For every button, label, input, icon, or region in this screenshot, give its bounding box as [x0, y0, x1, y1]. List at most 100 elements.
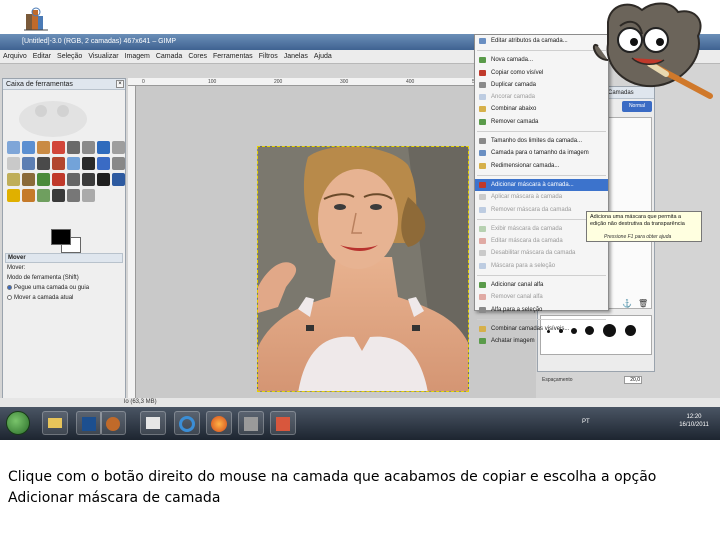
- tool-icon[interactable]: [112, 157, 125, 170]
- option-pick-layer[interactable]: Pegue uma camada ou guia: [5, 283, 123, 293]
- tooltip-text: Adiciona uma máscara que permita a ediçã…: [590, 214, 685, 227]
- tool-icon[interactable]: [82, 141, 95, 154]
- context-menu-label: Combinar camadas visíveis...: [491, 325, 570, 332]
- status-bar: lo (63,3 MB): [0, 398, 720, 407]
- tool-icon[interactable]: [82, 157, 95, 170]
- context-menu-item[interactable]: Adicionar máscara à camada...: [475, 178, 608, 192]
- context-menu-item[interactable]: Remover camada: [475, 116, 608, 128]
- tool-icon[interactable]: [82, 189, 95, 202]
- tool-icon[interactable]: [7, 157, 20, 170]
- language-indicator[interactable]: PT: [582, 419, 590, 425]
- tool-icon[interactable]: [7, 141, 20, 154]
- context-menu-label: Remover canal alfa: [491, 294, 543, 301]
- menu-item[interactable]: Visualizar: [85, 53, 121, 60]
- context-menu-item[interactable]: Remover canal alfa: [475, 291, 608, 303]
- context-menu-item[interactable]: Adicionar canal alfa: [475, 279, 608, 291]
- menu-item[interactable]: Ferramentas: [210, 53, 256, 60]
- tool-icon[interactable]: [37, 189, 50, 202]
- taskbar-window-button[interactable]: [140, 411, 166, 435]
- menu-item[interactable]: Camada: [153, 53, 185, 60]
- context-menu-item[interactable]: Aplicar máscara à camada: [475, 191, 608, 203]
- tool-icon[interactable]: [97, 141, 110, 154]
- context-menu-item[interactable]: Redimensionar camada...: [475, 160, 608, 172]
- tool-icon[interactable]: [67, 141, 80, 154]
- menu-item[interactable]: Imagem: [122, 53, 153, 60]
- menu-item[interactable]: Seleção: [54, 53, 85, 60]
- context-menu-item[interactable]: Achatar imagem: [475, 335, 608, 347]
- start-button[interactable]: [6, 411, 30, 435]
- tool-icon[interactable]: [22, 189, 35, 202]
- context-menu-item[interactable]: Alfa para a seleção: [475, 304, 608, 316]
- tool-icon[interactable]: [52, 189, 65, 202]
- context-menu-item[interactable]: Nova camada...: [475, 54, 608, 66]
- context-menu-item[interactable]: Combinar camadas visíveis...: [475, 323, 608, 335]
- tool-icon[interactable]: [22, 173, 35, 186]
- tool-icon[interactable]: [22, 141, 35, 154]
- ruler-label: 400: [406, 79, 415, 85]
- mode-button[interactable]: Normal: [622, 101, 652, 112]
- tool-icon[interactable]: [22, 157, 35, 170]
- menu-item[interactable]: Janelas: [281, 53, 311, 60]
- trash-icon[interactable]: 🗑: [638, 299, 648, 308]
- tool-icon[interactable]: [7, 189, 20, 202]
- taskbar-app-button[interactable]: [270, 411, 296, 435]
- ruler-label: 200: [274, 79, 283, 85]
- radio-icon[interactable]: [7, 295, 12, 301]
- spacing-value[interactable]: 20,0: [624, 376, 642, 384]
- layer-action-icon: [479, 262, 486, 269]
- menu-item[interactable]: Editar: [30, 53, 54, 60]
- context-menu-item[interactable]: Editar atributos da camada...: [475, 35, 608, 47]
- context-menu-label: Editar máscara da camada: [491, 238, 563, 245]
- context-menu-item[interactable]: Tamanho dos limites da camada...: [475, 135, 608, 147]
- brush-swatch[interactable]: [625, 325, 636, 336]
- context-menu-item[interactable]: Combinar abaixo: [475, 103, 608, 115]
- tool-icon[interactable]: [37, 173, 50, 186]
- tool-icon[interactable]: [82, 173, 95, 186]
- tool-icon[interactable]: [67, 173, 80, 186]
- taskbar-explorer-button[interactable]: [42, 411, 68, 435]
- app-icon: [276, 417, 290, 431]
- context-menu-item[interactable]: Máscara para a seleção: [475, 260, 608, 272]
- context-menu-item[interactable]: Camada para o tamanho da imagem: [475, 147, 608, 159]
- tool-icon[interactable]: [112, 173, 125, 186]
- foreground-color[interactable]: [51, 229, 71, 245]
- menu-item[interactable]: Ajuda: [311, 53, 335, 60]
- tool-icon[interactable]: [67, 157, 80, 170]
- system-clock[interactable]: 12:20 16/10/2011: [672, 413, 716, 429]
- layer-action-icon: [479, 325, 486, 332]
- taskbar-ie-button[interactable]: [174, 411, 200, 435]
- tool-icon[interactable]: [52, 157, 65, 170]
- context-menu-item[interactable]: Ancorar camada: [475, 91, 608, 103]
- option-move-current[interactable]: Mover a camada atual: [5, 293, 123, 303]
- tool-icon[interactable]: [97, 173, 110, 186]
- taskbar-media-button[interactable]: [238, 411, 264, 435]
- tool-icon[interactable]: [67, 189, 80, 202]
- tool-icon[interactable]: [52, 173, 65, 186]
- context-menu-item[interactable]: Copiar como visível: [475, 67, 608, 79]
- photo-layer[interactable]: [257, 146, 469, 392]
- tool-options-title: Mover: [5, 253, 123, 263]
- layer-action-icon: [479, 138, 486, 145]
- context-menu-label: Camada para o tamanho da imagem: [491, 150, 589, 157]
- tool-icon[interactable]: [52, 141, 65, 154]
- tool-icon[interactable]: [112, 141, 125, 154]
- tool-icon[interactable]: [97, 157, 110, 170]
- context-menu-item[interactable]: Desabilitar máscara da camada: [475, 247, 608, 259]
- gimp-mascot-logo: [592, 2, 713, 99]
- tool-icon[interactable]: [37, 157, 50, 170]
- context-menu-item[interactable]: Duplicar camada: [475, 79, 608, 91]
- tool-grid: [7, 141, 125, 204]
- anchor-icon[interactable]: ⚓: [622, 299, 632, 308]
- taskbar-firefox-button[interactable]: [206, 411, 232, 435]
- close-icon[interactable]: ×: [116, 80, 124, 88]
- menu-item[interactable]: Arquivo: [0, 53, 30, 60]
- tool-icon[interactable]: [7, 173, 20, 186]
- clock-time: 12:20: [686, 414, 702, 420]
- context-menu-label: Remover máscara da camada: [491, 206, 572, 213]
- tool-icon[interactable]: [37, 141, 50, 154]
- menu-item[interactable]: Cores: [185, 53, 210, 60]
- menu-item[interactable]: Filtros: [256, 53, 281, 60]
- taskbar-gimp-button[interactable]: [100, 411, 126, 435]
- radio-icon[interactable]: [7, 285, 12, 290]
- taskbar-photoshop-button[interactable]: [76, 411, 102, 435]
